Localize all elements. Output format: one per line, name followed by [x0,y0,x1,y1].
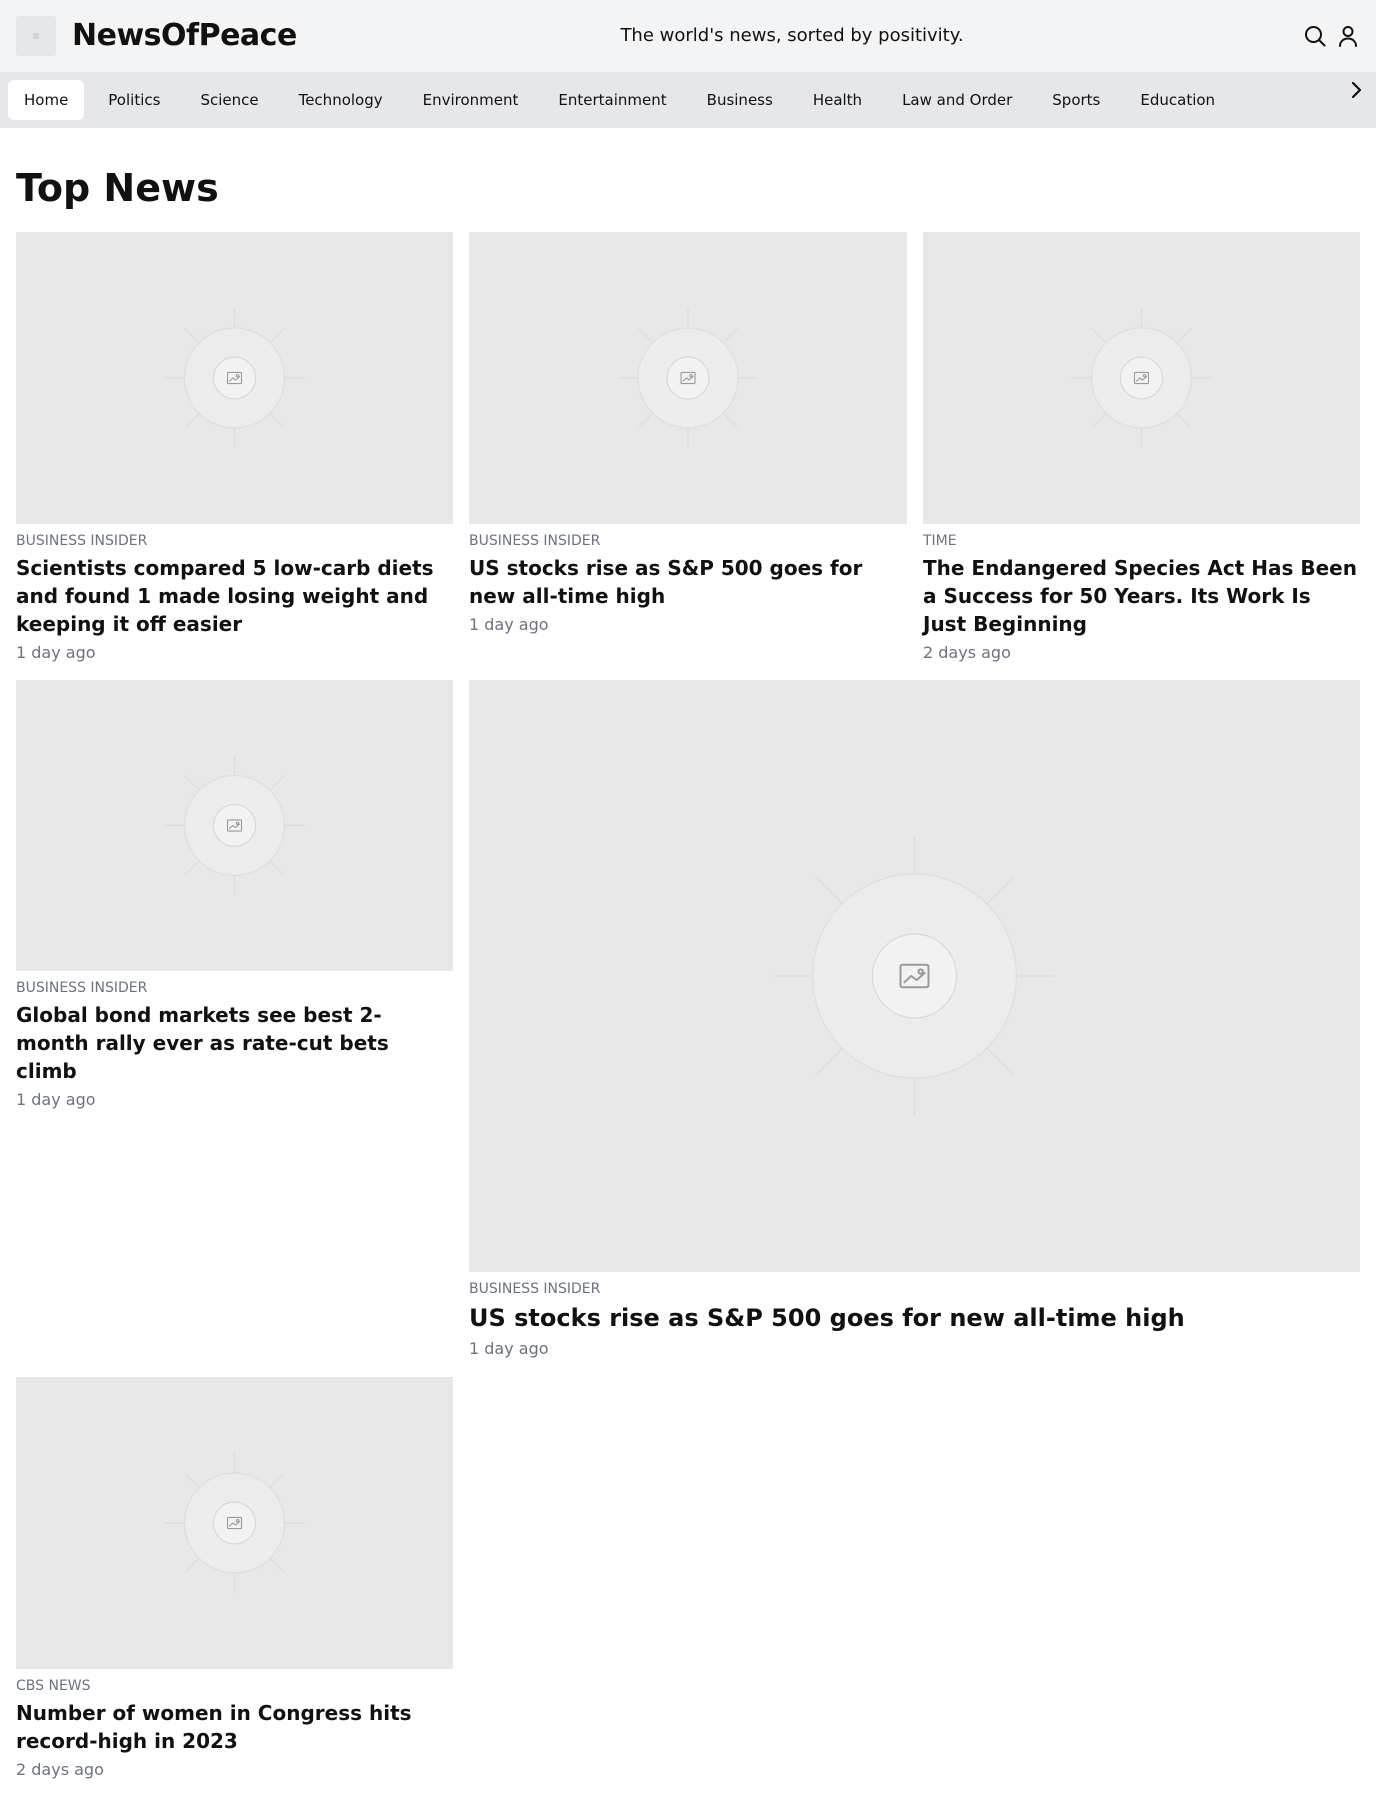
category-tab-business[interactable]: Business [691,80,789,120]
image-placeholder-icon[interactable] [469,232,907,524]
category-list: Home Politics Science Technology Environment… [8,80,1239,120]
site-tagline: The world's news, sorted by positivity. [620,25,964,46]
article-headline[interactable]: Global bond markets see best 2-month ral… [16,1001,453,1085]
article-age: 1 day ago [16,643,96,662]
category-tab-sports[interactable]: Sports [1036,80,1116,120]
category-tab-law-and-order[interactable]: Law and Order [886,80,1028,120]
article-age: 1 day ago [469,1339,549,1358]
article-headline[interactable]: US stocks rise as S&P 500 goes for new a… [469,1302,1360,1334]
article-source: Business Insider [469,533,601,549]
category-tab-entertainment[interactable]: Entertainment [542,80,682,120]
category-nav: Home Politics Science Technology Environment… [0,72,1376,128]
category-tab-health[interactable]: Health [797,80,878,120]
image-placeholder-icon[interactable] [469,680,1360,1272]
image-placeholder-icon[interactable] [16,680,453,971]
article-age: 2 days ago [16,1760,104,1779]
site-header: NewsOfPeace The world's news, sorted by … [0,0,1376,72]
image-placeholder-icon[interactable] [16,232,453,524]
category-tab-technology[interactable]: Technology [283,80,399,120]
article-headline[interactable]: The Endangered Species Act Has Been a Su… [923,554,1360,638]
logo-icon[interactable] [16,16,56,56]
search-icon[interactable] [1303,24,1327,48]
category-tab-science[interactable]: Science [184,80,274,120]
section-title: Top News [16,166,219,210]
article-age: 2 days ago [923,643,1011,662]
category-tab-politics[interactable]: Politics [92,80,176,120]
article-headline[interactable]: Number of women in Congress hits record-… [16,1699,453,1755]
image-placeholder-icon[interactable] [16,1377,453,1669]
article-source: Business Insider [16,980,148,996]
article-source: TIME [923,533,957,549]
category-tab-environment[interactable]: Environment [407,80,535,120]
category-tab-education[interactable]: Education [1124,80,1231,120]
category-tab-home[interactable]: Home [8,80,85,120]
image-placeholder-icon[interactable] [923,232,1360,524]
brand-name[interactable]: NewsOfPeace [72,14,297,58]
user-icon[interactable] [1336,24,1360,48]
chevron-right-icon[interactable] [1344,78,1368,102]
article-source: Business Insider [469,1281,601,1297]
article-age: 1 day ago [469,615,549,634]
article-headline[interactable]: Scientists compared 5 low-carb diets and… [16,554,453,638]
article-source: Business Insider [16,533,148,549]
article-age: 1 day ago [16,1090,96,1109]
article-headline[interactable]: US stocks rise as S&P 500 goes for new a… [469,554,907,610]
article-source: CBS News [16,1678,91,1694]
